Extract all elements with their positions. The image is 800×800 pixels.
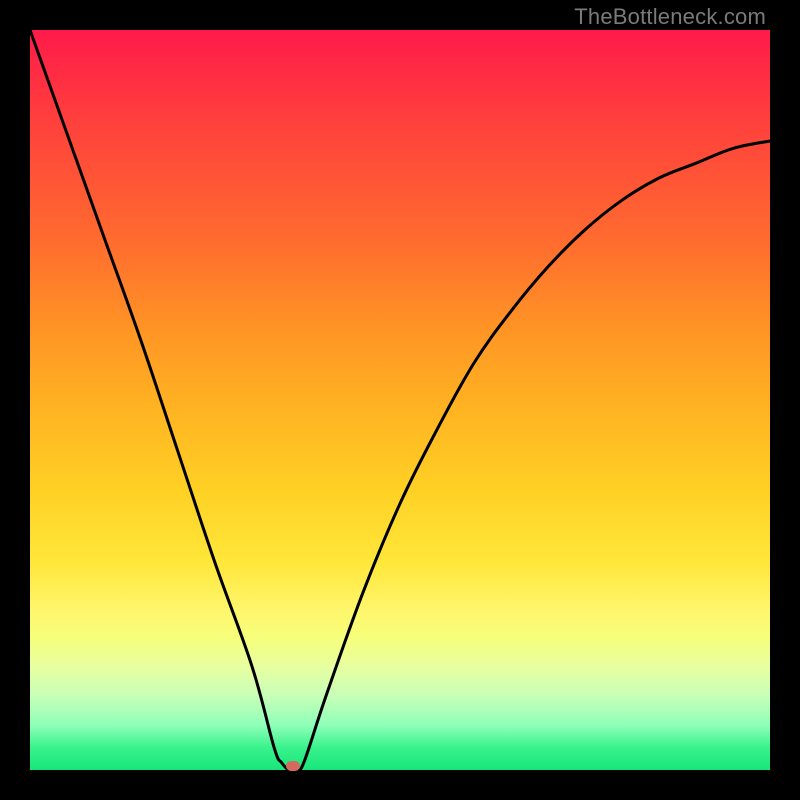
minimum-marker <box>286 761 300 771</box>
chart-frame: TheBottleneck.com <box>0 0 800 800</box>
bottleneck-curve <box>30 30 770 770</box>
plot-area <box>30 30 770 770</box>
watermark-text: TheBottleneck.com <box>574 4 766 30</box>
